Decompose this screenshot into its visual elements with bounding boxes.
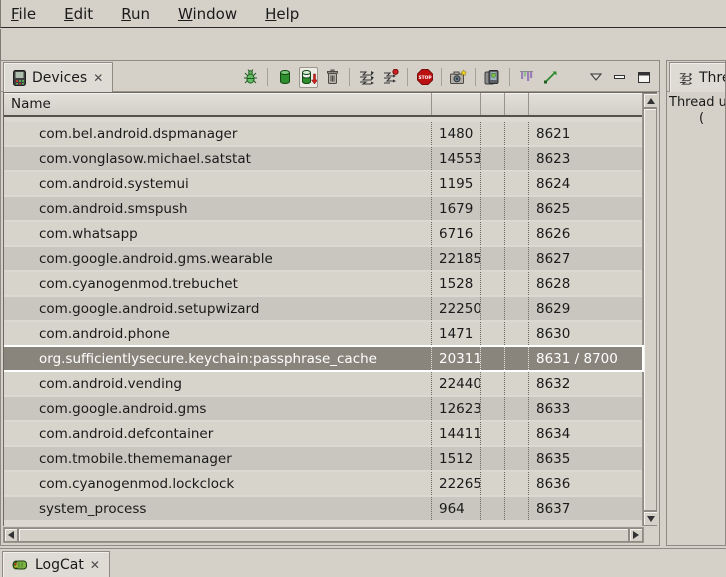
table-row[interactable]: com.android.phone14718630 — [4, 322, 642, 345]
toolbar-separator — [267, 68, 268, 86]
horizontal-scroll-thumb[interactable] — [18, 528, 629, 542]
toolbar-separator — [475, 68, 476, 86]
start-method-profiling-icon[interactable] — [381, 67, 400, 88]
tab-devices-label: Devices — [32, 70, 87, 86]
device-phone-icon — [13, 70, 26, 86]
horizontal-scrollbar[interactable] — [3, 527, 644, 543]
devices-table: Name com.bel.android.dspmanager14808621 … — [3, 92, 657, 526]
scroll-right-button[interactable] — [629, 528, 643, 542]
table-row[interactable]: com.android.vending224408632 — [4, 372, 642, 395]
rotate-screen-icon[interactable] — [483, 67, 502, 88]
tab-logcat[interactable]: LogCat ✕ — [2, 551, 110, 577]
threads-tabbar: Threads — [667, 61, 725, 92]
right-arrow-icon — [633, 531, 639, 539]
dump-hprof-icon[interactable] — [299, 67, 318, 88]
table-row[interactable]: com.google.android.gms.wearable221858627 — [4, 247, 642, 270]
scroll-up-button[interactable] — [643, 93, 657, 108]
menu-window[interactable]: Window — [178, 5, 237, 23]
table-row[interactable]: com.google.android.gms126238633 — [4, 397, 642, 420]
column-header-3[interactable] — [480, 93, 504, 115]
tab-threads-label: Threads — [699, 70, 726, 86]
table-row[interactable]: com.google.android.setupwizard222508629 — [4, 297, 642, 320]
table-row[interactable]: com.tmobile.thememanager15128635 — [4, 447, 642, 470]
update-threads-icon[interactable] — [357, 67, 376, 88]
menu-help[interactable]: Help — [265, 5, 299, 23]
cause-gc-icon[interactable] — [323, 67, 342, 88]
table-row-selected[interactable]: org.sufficientlysecure.keychain:passphra… — [4, 347, 642, 370]
tab-devices[interactable]: Devices ✕ — [3, 62, 113, 92]
table-row[interactable]: system_process9648637 — [4, 497, 642, 520]
logcat-icon — [12, 558, 29, 572]
devices-tabbar: Devices ✕ — [1, 61, 659, 92]
vertical-scroll-thumb[interactable] — [643, 108, 657, 511]
threads-panel: Threads Thread up ( — [666, 60, 726, 546]
toolbar-separator — [441, 68, 442, 86]
menu-run[interactable]: Run — [121, 5, 150, 23]
view-menu-icon[interactable] — [586, 67, 605, 88]
table-row[interactable]: com.cyanogenmod.lockclock222658636 — [4, 472, 642, 495]
threads-icon — [679, 71, 693, 85]
close-icon[interactable]: ✕ — [93, 71, 103, 85]
scroll-down-button[interactable] — [643, 511, 657, 526]
debug-process-icon[interactable] — [241, 67, 260, 88]
tab-logcat-label: LogCat — [35, 557, 84, 573]
left-arrow-icon — [8, 531, 14, 539]
svg-text:STOP: STOP — [418, 75, 432, 81]
table-row[interactable]: com.android.defcontainer144118634 — [4, 422, 642, 445]
table-rows: com.bel.android.dspmanager14808621 com.v… — [4, 117, 642, 520]
screen-capture-icon[interactable] — [449, 67, 468, 88]
maximize-icon[interactable] — [634, 67, 653, 88]
table-header: Name — [4, 93, 642, 117]
logcat-panel: LogCat ✕ — [0, 548, 726, 577]
table-row[interactable]: com.bel.android.dspmanager14808621 — [4, 122, 642, 145]
update-heap-icon[interactable] — [275, 67, 294, 88]
up-arrow-icon — [647, 98, 655, 104]
table-row[interactable]: com.android.systemui11958624 — [4, 172, 642, 195]
threads-message: Thread up ( — [667, 92, 725, 127]
toolbar-separator — [349, 68, 350, 86]
table-row[interactable]: com.cyanogenmod.trebuchet15288628 — [4, 272, 642, 295]
scroll-left-button[interactable] — [4, 528, 18, 542]
vertical-scrollbar[interactable] — [642, 93, 657, 526]
toolbar-separator — [407, 68, 408, 86]
table-row[interactable]: com.whatsapp67168626 — [4, 222, 642, 245]
column-header-name[interactable]: Name — [4, 93, 431, 115]
close-icon[interactable]: ✕ — [90, 558, 100, 572]
table-row[interactable]: com.vonglasow.michael.satstat145538623 — [4, 147, 642, 170]
devices-panel: Devices ✕ — [0, 60, 660, 546]
column-header-port[interactable] — [528, 93, 642, 115]
menu-edit[interactable]: Edit — [64, 5, 93, 23]
stop-process-icon[interactable]: STOP — [415, 67, 434, 88]
menu-bar: File Edit Run Window Help — [0, 0, 726, 28]
minimize-icon[interactable] — [610, 67, 629, 88]
down-arrow-icon — [647, 516, 655, 522]
toolbar-separator — [509, 68, 510, 86]
tracer-icon[interactable] — [541, 67, 560, 88]
devices-toolbar: STOP — [241, 64, 653, 90]
tab-threads[interactable]: Threads — [669, 62, 726, 92]
table-row[interactable]: com.android.smspush16798625 — [4, 197, 642, 220]
sysinfo-icon[interactable] — [517, 67, 536, 88]
empty-toolbar-strip — [0, 29, 726, 60]
menu-file[interactable]: File — [11, 5, 36, 23]
column-header-pid[interactable] — [431, 93, 480, 115]
column-header-4[interactable] — [504, 93, 528, 115]
